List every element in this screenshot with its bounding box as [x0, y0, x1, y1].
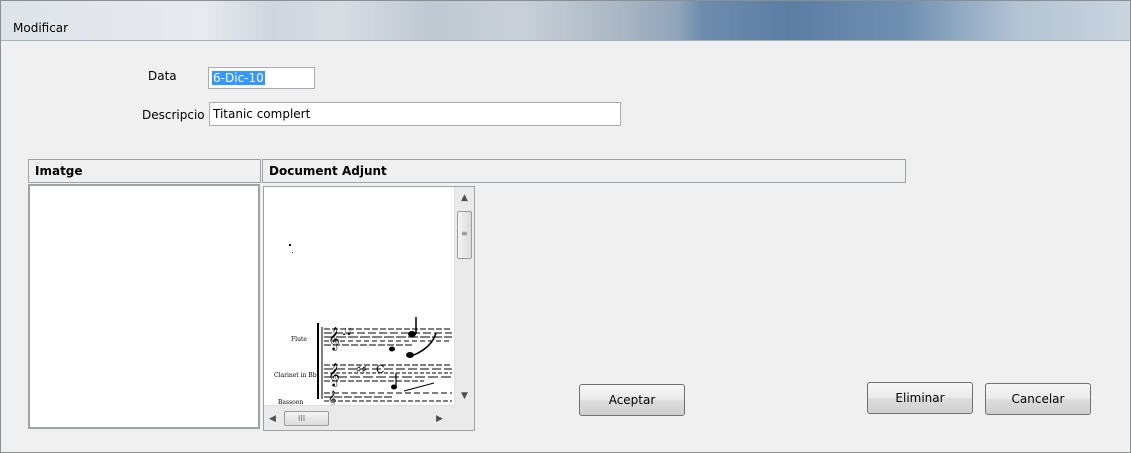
scroll-left-arrow-icon[interactable]: ◀ — [269, 414, 276, 424]
scrollbar-corner — [454, 405, 474, 430]
vertical-scroll-thumb[interactable]: ≡ — [457, 211, 472, 259]
title-bar[interactable]: Modificar — [1, 1, 1130, 41]
horizontal-scroll-thumb[interactable]: III — [284, 411, 329, 426]
svg-text:C: C — [376, 363, 384, 376]
document-adjunt-header-label: Document Adjunt — [269, 164, 387, 178]
svg-text:♩♪: ♩♪ — [342, 327, 353, 338]
staff-label-1: Flute — [291, 336, 307, 343]
svg-text:♯♯: ♯♯ — [356, 363, 367, 376]
svg-text:𝄞: 𝄞 — [328, 391, 336, 405]
staff-label-2: Clarinet in Bb — [274, 372, 317, 379]
sheet-music-image: 𝄞 𝄞 𝄞 ♯♯ C ♩♪ Flute Clarinet in Bb Basso… — [264, 187, 454, 405]
window-left-edge — [1, 42, 9, 450]
horizontal-grip-label: III — [298, 414, 306, 423]
scroll-right-arrow-icon[interactable]: ▶ — [436, 414, 443, 424]
grip-icon: ≡ — [461, 229, 468, 238]
document-adjunt-header: Document Adjunt — [262, 159, 906, 183]
scroll-down-arrow-icon[interactable]: ▼ — [461, 391, 468, 401]
descripcio-label: Descripcio — [142, 108, 205, 122]
svg-text:𝄞: 𝄞 — [328, 362, 340, 387]
imatge-panel[interactable] — [28, 184, 260, 429]
vertical-scrollbar[interactable]: ▲ ≡ ▼ — [454, 187, 474, 405]
window-title: Modificar — [13, 21, 69, 35]
horizontal-scrollbar[interactable]: ◀ III ▶ — [264, 405, 454, 430]
imatge-header-label: Imatge — [35, 164, 83, 178]
aceptar-button[interactable]: Aceptar — [579, 384, 685, 416]
svg-text:𝄞: 𝄞 — [328, 326, 340, 351]
document-adjunt-panel[interactable]: 𝄞 𝄞 𝄞 ♯♯ C ♩♪ Flute Clarinet in Bb Basso… — [263, 186, 475, 431]
cancelar-button[interactable]: Cancelar — [985, 383, 1091, 415]
eliminar-button[interactable]: Eliminar — [867, 382, 973, 414]
imatge-header: Imatge — [28, 159, 261, 183]
descripcio-field[interactable]: Titanic complert — [209, 102, 621, 126]
data-field[interactable]: 6-Dic-10 — [208, 67, 315, 89]
data-value-selected: 6-Dic-10 — [212, 71, 265, 85]
data-label: Data — [148, 69, 177, 83]
scroll-up-arrow-icon[interactable]: ▲ — [461, 193, 468, 203]
modificar-dialog: Modificar Data 6-Dic-10 Descripcio Titan… — [0, 0, 1131, 453]
document-preview: 𝄞 𝄞 𝄞 ♯♯ C ♩♪ Flute Clarinet in Bb Basso… — [264, 187, 454, 405]
descripcio-value: Titanic complert — [213, 107, 311, 121]
